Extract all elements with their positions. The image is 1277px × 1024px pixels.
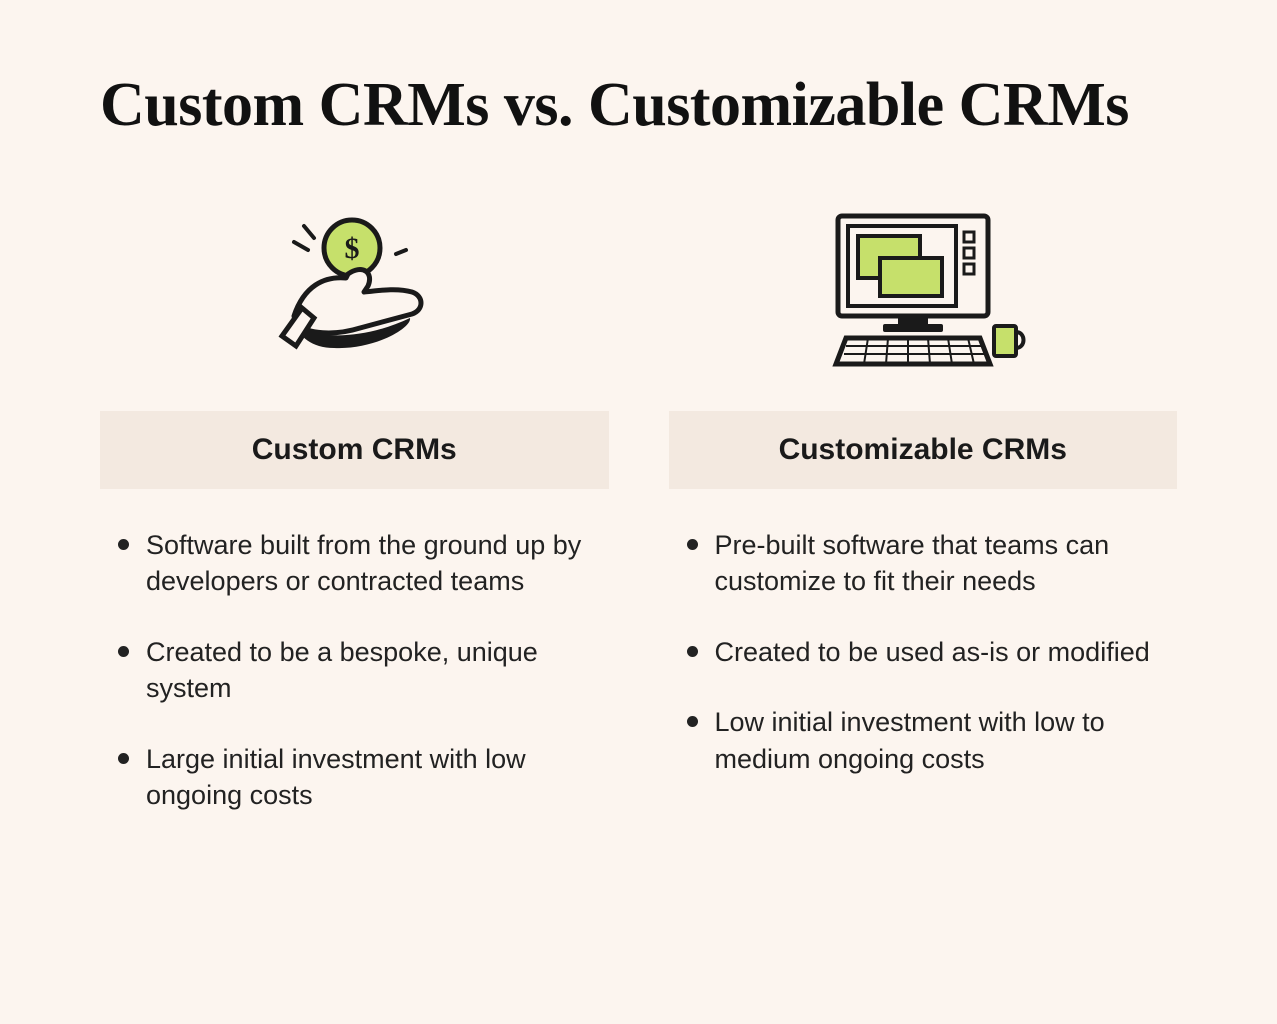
list-item: Created to be used as-is or modified [687,634,1174,670]
hand-coin-icon: $ [100,201,609,381]
column-custom-crms: $ Custom CRMs Software built from the gr… [100,201,609,848]
list-item: Large initial investment with low ongoin… [118,741,605,814]
computer-icon [669,201,1178,381]
svg-text:$: $ [345,232,360,265]
list-item: Low initial investment with low to mediu… [687,704,1174,777]
comparison-columns: $ Custom CRMs Software built from the gr… [100,201,1177,848]
bullet-list-custom: Software built from the ground up by dev… [100,527,609,848]
page-title: Custom CRMs vs. Customizable CRMs [100,70,1177,141]
list-item: Created to be a bespoke, unique system [118,634,605,707]
list-item: Pre-built software that teams can custom… [687,527,1174,600]
column-heading-custom: Custom CRMs [100,411,609,489]
list-item: Software built from the ground up by dev… [118,527,605,600]
column-heading-customizable: Customizable CRMs [669,411,1178,489]
bullet-list-customizable: Pre-built software that teams can custom… [669,527,1178,811]
column-customizable-crms: Customizable CRMs Pre-built software tha… [669,201,1178,848]
